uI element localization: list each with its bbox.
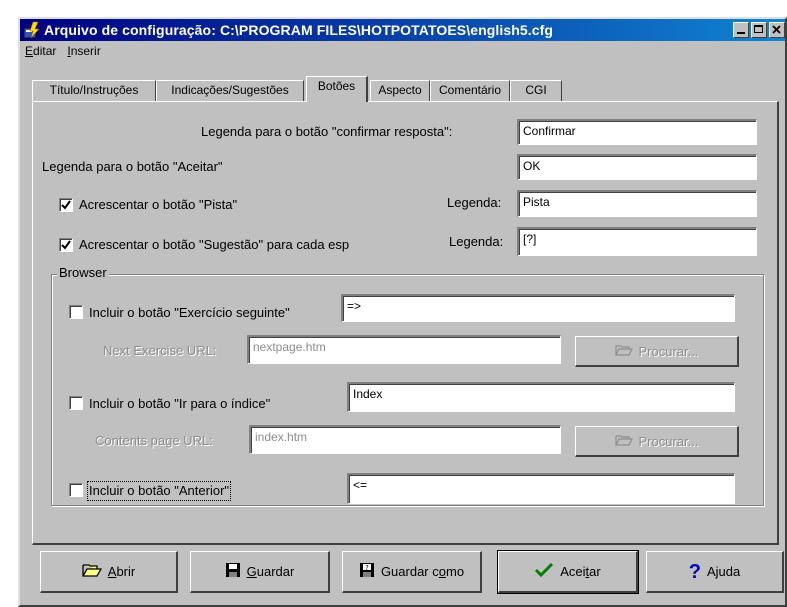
floppy-disk-question-icon: ? <box>359 562 375 581</box>
contents-url-input[interactable]: index.htm <box>249 425 561 454</box>
hint-checkbox[interactable] <box>59 198 73 212</box>
prev-checkbox[interactable] <box>69 483 83 497</box>
next-url-input[interactable]: nextpage.htm <box>247 335 561 364</box>
hint-checkbox-label: Acrescentar o botão "Pista" <box>79 197 238 212</box>
accept-caption-label: Legenda para o botão "Aceitar" <box>42 159 223 174</box>
save-as-button[interactable]: ? Guardar como <box>342 551 482 593</box>
config-window: Arquivo de configuração: C:\PROGRAM FILE… <box>18 17 787 607</box>
next-exercise-checkbox[interactable] <box>69 305 83 319</box>
contents-url-label: Contents page URL: <box>95 433 213 448</box>
index-checkbox[interactable] <box>69 396 83 410</box>
menu-inserir[interactable]: Inserir <box>62 43 106 61</box>
hint-caption-label: Legenda: <box>447 195 502 210</box>
tab-indicacoes-sugestoes[interactable]: Indicações/Sugestões <box>156 80 304 101</box>
confirm-caption-input[interactable]: Confirmar <box>517 119 757 145</box>
tab-panel-botoes: Legenda para o botão "confirmar resposta… <box>32 101 779 545</box>
folder-open-icon <box>614 433 633 450</box>
tab-aspecto[interactable]: Aspecto <box>370 80 430 101</box>
suggest-checkbox[interactable] <box>59 238 73 252</box>
index-caption-input[interactable]: Index <box>347 382 735 412</box>
floppy-disk-icon <box>225 562 241 581</box>
checkmark-icon <box>534 562 554 581</box>
accept-button[interactable]: Aceitar <box>497 550 639 594</box>
svg-text:?: ? <box>365 564 369 572</box>
browser-group-title: Browser <box>57 265 109 280</box>
close-icon <box>772 25 781 34</box>
save-button[interactable]: Guardar <box>190 551 330 593</box>
checkmark-icon <box>61 200 71 210</box>
folder-open-icon <box>614 343 633 360</box>
help-button[interactable]: ? Ajuda <box>646 551 784 593</box>
tab-cgi[interactable]: CGI <box>510 80 562 101</box>
next-exercise-label: Incluir o botão "Exercício seguinte" <box>89 305 290 320</box>
browse-contents-url-button[interactable]: Procurar... <box>575 426 739 457</box>
suggest-checkbox-label: Acrescentar o botão "Sugestão" para cada… <box>79 237 350 252</box>
close-button[interactable] <box>769 22 785 38</box>
index-checkbox-label: Incluir o botão "Ir para o índice" <box>89 396 271 411</box>
title-bar[interactable]: Arquivo de configuração: C:\PROGRAM FILE… <box>20 19 785 41</box>
prev-checkbox-label: Incluir o botão "Anterior" <box>86 481 232 501</box>
tab-botoes[interactable]: Botões <box>306 76 368 102</box>
tab-comentario[interactable]: Comentário <box>430 80 510 101</box>
suggest-caption-label: Legenda: <box>449 234 504 249</box>
prev-caption-input[interactable]: <= <box>347 473 735 504</box>
next-url-label: Next Exercise URL: <box>103 343 217 358</box>
tab-titulo-instrucoes[interactable]: Título/Instruções <box>32 80 156 101</box>
minimize-button[interactable] <box>733 22 749 38</box>
open-button[interactable]: Abrir <box>40 551 178 593</box>
menu-editar[interactable]: Editar <box>20 43 62 61</box>
browse-next-url-button[interactable]: Procurar... <box>575 336 739 367</box>
hotpotatoes-icon <box>23 21 41 39</box>
folder-open-icon <box>82 562 102 581</box>
hint-caption-input[interactable]: Pista <box>517 190 757 217</box>
confirm-caption-label: Legenda para o botão "confirmar resposta… <box>201 124 453 139</box>
checkmark-icon <box>61 240 71 250</box>
menu-bar: Editar Inserir <box>20 43 107 61</box>
maximize-button[interactable] <box>751 22 767 38</box>
window-title: Arquivo de configuração: C:\PROGRAM FILE… <box>44 22 554 38</box>
next-exercise-caption-input[interactable]: => <box>341 294 735 322</box>
suggest-caption-input[interactable]: [?] <box>517 227 757 256</box>
accept-caption-input[interactable]: OK <box>517 154 757 180</box>
question-mark-icon: ? <box>688 560 701 583</box>
